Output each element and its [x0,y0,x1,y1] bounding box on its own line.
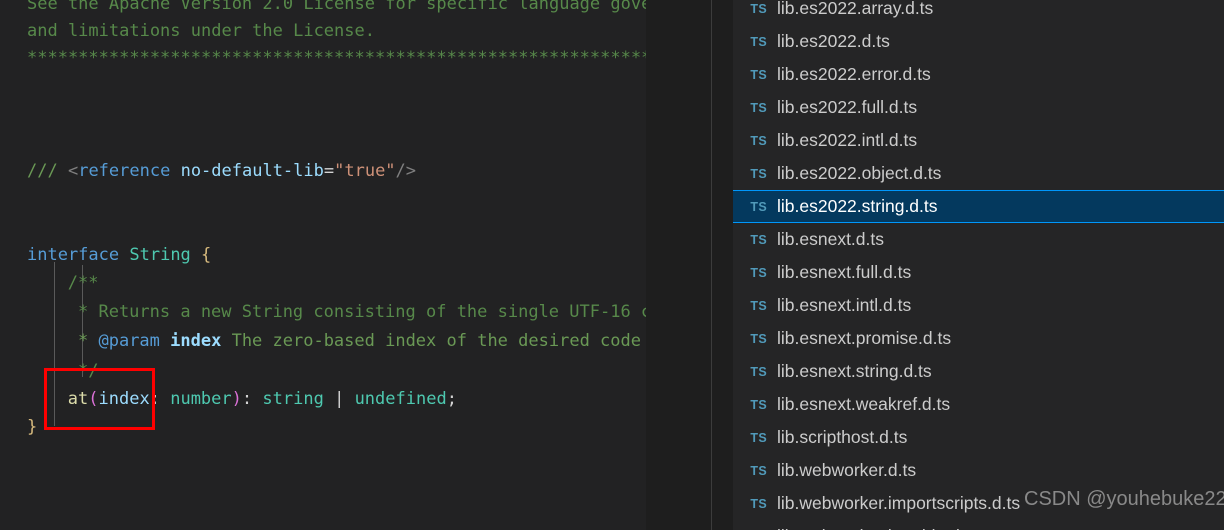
code-token: = [323,161,335,181]
file-list-item[interactable]: TS lib.scripthost.d.ts [733,421,1224,454]
code-token: : [241,389,253,409]
red-highlight-rectangle [44,368,155,430]
file-name-label: lib.scripthost.d.ts [777,427,908,447]
code-token: undefined [354,389,447,409]
typescript-file-icon: TS [750,397,767,412]
code-line-interface-decl[interactable]: interface String { [27,239,211,273]
code-token: The zero-based index of the desired code… [231,331,641,351]
code-token: @param [98,331,160,351]
code-content[interactable]: See the Apache Version 2.0 License for s… [0,0,646,530]
file-list-item[interactable]: TS lib.es2022.full.d.ts [733,91,1224,124]
file-name-label: lib.webworker.iterable.d.ts [777,526,978,530]
code-token: ****************************************… [27,48,646,68]
file-name-label: lib.es2022.d.ts [777,31,890,51]
typescript-file-icon: TS [750,166,767,181]
file-list-item[interactable]: TS lib.es2022.string.d.ts [733,190,1224,223]
code-editor-pane[interactable]: See the Apache Version 2.0 License for s… [0,0,646,530]
file-list-item[interactable]: TS lib.es2022.d.ts [733,25,1224,58]
code-token: /** [67,273,99,293]
file-list-item[interactable]: TS lib.esnext.intl.d.ts [733,289,1224,322]
code-token: | [334,389,345,409]
typescript-file-icon: TS [750,199,767,214]
file-name-label: lib.esnext.weakref.d.ts [777,394,951,414]
typescript-file-icon: TS [750,364,767,379]
file-name-label: lib.es2022.object.d.ts [777,163,942,183]
code-line-jsdoc-param[interactable]: * @param index The zero-based index of t… [78,325,646,359]
file-list-item[interactable]: TS lib.es2022.intl.d.ts [733,124,1224,157]
code-token: < [67,161,79,181]
code-token: See the Apache Version 2.0 License for s… [27,0,646,14]
typescript-file-icon: TS [750,232,767,247]
file-list-item[interactable]: TS lib.esnext.weakref.d.ts [733,388,1224,421]
code-token: } [27,417,38,437]
file-list-item[interactable]: TSlib.webworker.iterable.d.ts [733,520,1224,530]
file-name-label: lib.es2022.array.d.ts [777,0,934,18]
code-token: * [78,331,99,351]
typescript-file-icon: TS [750,100,767,115]
code-token: string [262,389,324,409]
code-token: "true" [334,161,396,181]
typescript-file-icon: TS [750,67,767,82]
file-list-item[interactable]: TS lib.es2022.object.d.ts [733,157,1224,190]
typescript-file-icon: TS [750,34,767,49]
typescript-file-icon: TS [750,265,767,280]
file-name-label: lib.esnext.string.d.ts [777,361,932,381]
editor-gutter-gap [646,0,712,530]
code-token: ) [231,389,242,409]
code-token: index [170,331,222,351]
code-token: String [129,245,191,265]
typescript-file-icon: TS [750,1,767,16]
editor-vertical-scrollbar[interactable] [710,0,733,530]
typescript-file-icon: TS [750,133,767,148]
file-name-label: lib.es2022.full.d.ts [777,97,918,117]
file-name-label: lib.es2022.intl.d.ts [777,130,918,150]
code-token: * Returns a new String consisting of the… [78,302,646,322]
code-token: reference [78,161,171,181]
typescript-file-icon: TS [750,463,767,478]
file-name-label: lib.webworker.d.ts [777,460,917,480]
file-name-label: lib.es2022.error.d.ts [777,64,931,84]
file-name-label: lib.esnext.d.ts [777,229,884,249]
code-token: no-default-lib [180,161,324,181]
file-list-item[interactable]: TS lib.webworker.importscripts.d.ts [733,487,1224,520]
file-list-item[interactable]: TS lib.es2022.array.d.ts [733,0,1224,25]
file-list-pane[interactable]: TS lib.es2022.array.d.ts TS lib.es2022.d.ts… [733,0,1224,530]
code-token: and limitations under the License. [27,21,375,41]
file-name-label: lib.esnext.intl.d.ts [777,295,912,315]
code-line-interface-close[interactable]: } [27,411,37,445]
file-list-item[interactable]: TS lib.esnext.string.d.ts [733,355,1224,388]
code-line-license-stars[interactable]: ****************************************… [27,42,646,76]
vscode-window: See the Apache Version 2.0 License for s… [0,0,1224,530]
code-token: number [170,389,232,409]
file-name-label: lib.webworker.importscripts.d.ts [777,493,1021,513]
file-list-item[interactable]: TS lib.webworker.d.ts [733,454,1224,487]
file-name-label: lib.esnext.promise.d.ts [777,328,952,348]
code-token: /// [27,161,68,181]
typescript-file-icon: TS [750,331,767,346]
file-list-item[interactable]: TS lib.es2022.error.d.ts [733,58,1224,91]
code-token: { [201,245,212,265]
file-name-label: lib.es2022.string.d.ts [777,196,938,216]
file-name-label: lib.esnext.full.d.ts [777,262,912,282]
code-line-reference-directive[interactable]: /// <reference no-default-lib="true"/> [27,155,416,189]
code-token: ; [446,389,457,409]
code-token: interface [27,245,120,265]
typescript-file-icon: TS [750,298,767,313]
file-list-item[interactable]: TS lib.esnext.full.d.ts [733,256,1224,289]
typescript-file-icon: TS [750,496,767,511]
file-list-item[interactable]: TS lib.esnext.promise.d.ts [733,322,1224,355]
typescript-file-icon: TS [750,430,767,445]
code-token: /> [395,161,417,181]
file-list-item[interactable]: TS lib.esnext.d.ts [733,223,1224,256]
